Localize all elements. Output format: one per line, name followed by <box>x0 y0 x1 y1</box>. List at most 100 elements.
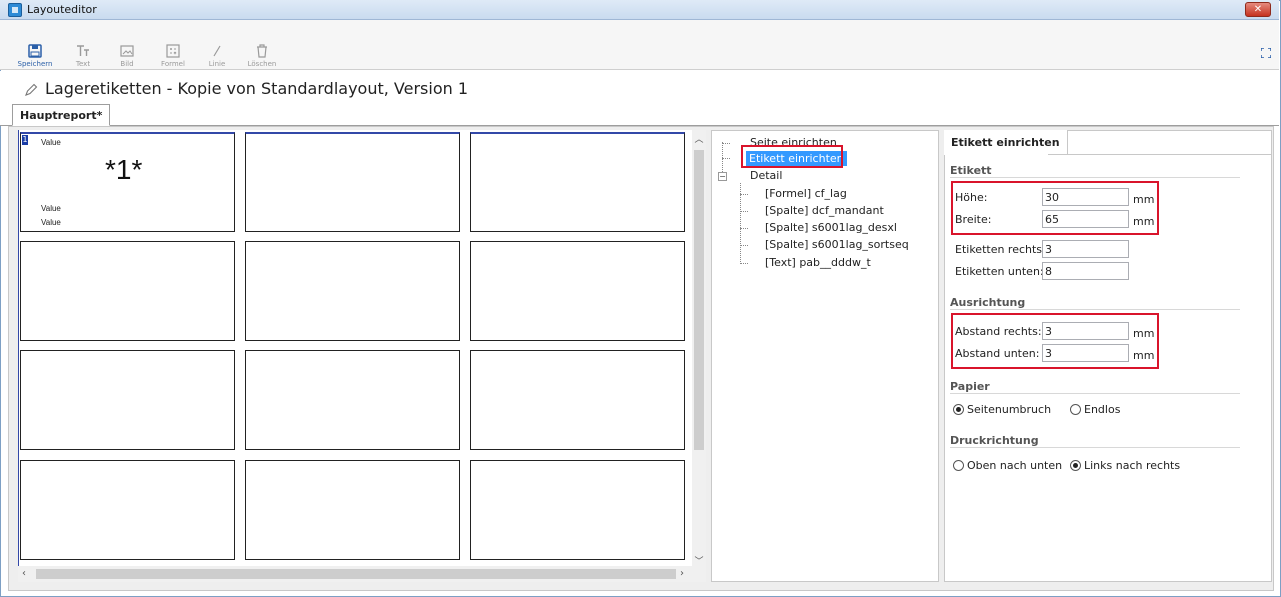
tree-item-text-pab[interactable]: [Text] pab__dddw_t <box>765 256 871 269</box>
text-icon <box>77 45 89 56</box>
label-cell[interactable] <box>470 241 685 341</box>
section-divider <box>950 309 1240 310</box>
highlight-box <box>741 145 843 168</box>
formula-icon <box>166 44 180 58</box>
label-grid[interactable]: 1 Value *1* Value Value <box>18 130 703 582</box>
abstand-unten-unit: mm <box>1133 349 1155 362</box>
label-number-text[interactable]: *1* <box>105 154 142 186</box>
image-button[interactable]: Bild <box>109 44 145 68</box>
formula-button[interactable]: Formel <box>155 44 191 68</box>
label-cell[interactable] <box>20 241 235 341</box>
label-cell[interactable] <box>20 350 235 450</box>
line-label: Linie <box>208 60 226 68</box>
hoehe-input[interactable] <box>1042 188 1129 206</box>
label-cell[interactable]: 1 Value *1* Value Value <box>20 132 235 232</box>
label-cell[interactable] <box>470 460 685 560</box>
section-divider <box>950 177 1240 178</box>
label-cell[interactable] <box>245 132 460 232</box>
scroll-down-icon[interactable]: ﹀ <box>692 554 706 567</box>
tree-item-spalte-sortseq[interactable]: [Spalte] s6001lag_sortseq <box>765 238 909 251</box>
close-button[interactable]: ✕ <box>1245 2 1271 17</box>
delete-label: Löschen <box>247 60 277 68</box>
text-button[interactable]: Text <box>65 44 101 68</box>
label-cell[interactable] <box>245 241 460 341</box>
tree-item-detail[interactable]: Detail <box>750 169 782 182</box>
tree-connector <box>722 143 730 144</box>
section-papier: Papier <box>950 380 990 393</box>
label-cell[interactable] <box>470 350 685 450</box>
line-button[interactable]: Linie <box>199 44 235 68</box>
scroll-up-icon[interactable]: ︿ <box>692 132 706 145</box>
scroll-thumb[interactable] <box>36 569 676 579</box>
tab-hauptreport[interactable]: Hauptreport* <box>12 104 111 126</box>
hoehe-unit: mm <box>1133 193 1155 206</box>
tree-item-formel-cf-lag[interactable]: [Formel] cf_lag <box>765 187 847 200</box>
oben-nach-unten-label[interactable]: Oben nach unten <box>967 459 1062 472</box>
links-nach-rechts-label[interactable]: Links nach rechts <box>1084 459 1180 472</box>
section-divider <box>950 393 1240 394</box>
seitenumbruch-label[interactable]: Seitenumbruch <box>967 403 1051 416</box>
section-ausrichtung: Ausrichtung <box>950 296 1026 309</box>
breite-label: Breite: <box>955 213 992 226</box>
tree-connector <box>740 183 741 264</box>
seitenumbruch-radio[interactable] <box>953 404 964 415</box>
abstand-rechts-unit: mm <box>1133 327 1155 340</box>
abstand-rechts-input[interactable] <box>1042 322 1129 340</box>
delete-button[interactable]: Löschen <box>244 44 280 68</box>
label-cell[interactable] <box>245 350 460 450</box>
tree-connector <box>722 158 730 159</box>
tree-connector <box>740 245 748 246</box>
breite-unit: mm <box>1133 215 1155 228</box>
endlos-radio[interactable] <box>1070 404 1081 415</box>
toolbar <box>0 20 1279 70</box>
tab-etikett-einrichten[interactable]: Etikett einrichten <box>944 130 1068 155</box>
links-nach-rechts-radio[interactable] <box>1070 460 1081 471</box>
app-icon <box>8 3 22 17</box>
scroll-left-icon[interactable]: ‹ <box>22 568 26 579</box>
tree-connector <box>722 142 723 172</box>
horizontal-scrollbar[interactable]: ‹ › <box>18 566 692 582</box>
scroll-right-icon[interactable]: › <box>680 568 684 579</box>
label-cell[interactable] <box>470 132 685 232</box>
abstand-unten-input[interactable] <box>1042 344 1129 362</box>
collapse-icon[interactable]: − <box>718 172 727 181</box>
title-bar: Layouteditor ✕ <box>0 0 1279 20</box>
image-icon <box>120 45 134 57</box>
section-druckrichtung: Druckrichtung <box>950 434 1039 447</box>
tree-connector <box>740 263 748 264</box>
section-etikett: Etikett <box>950 164 992 177</box>
value-field[interactable]: Value <box>41 138 61 147</box>
trash-icon <box>257 44 267 58</box>
oben-nach-unten-radio[interactable] <box>953 460 964 471</box>
tree-item-spalte-dcf-mandant[interactable]: [Spalte] dcf_mandant <box>765 204 884 217</box>
label-cell[interactable] <box>20 460 235 560</box>
report-title: Lageretiketten - Kopie von Standardlayou… <box>45 79 469 98</box>
cell-number: 1 <box>22 135 28 145</box>
fullscreen-icon[interactable] <box>1261 48 1271 58</box>
tree-connector <box>740 211 748 212</box>
tree-connector <box>740 194 748 195</box>
hoehe-label: Höhe: <box>955 191 988 204</box>
label-cell[interactable] <box>245 460 460 560</box>
etiketten-rechts-label: Etiketten rechts: <box>955 243 1046 256</box>
tab-strip <box>0 104 1279 126</box>
text-label: Text <box>75 60 91 68</box>
value-field[interactable]: Value <box>41 204 61 213</box>
breite-input[interactable] <box>1042 210 1129 228</box>
etiketten-unten-input[interactable] <box>1042 262 1129 280</box>
tree-connector <box>740 228 748 229</box>
scroll-thumb[interactable] <box>694 150 704 450</box>
abstand-rechts-label: Abstand rechts: <box>955 325 1042 338</box>
etiketten-unten-label: Etiketten unten: <box>955 265 1044 278</box>
endlos-label[interactable]: Endlos <box>1084 403 1120 416</box>
value-field[interactable]: Value <box>41 218 61 227</box>
save-button[interactable]: Speichern <box>17 44 53 68</box>
save-icon <box>28 44 42 58</box>
window-title: Layouteditor <box>27 3 97 16</box>
etiketten-rechts-input[interactable] <box>1042 240 1129 258</box>
vertical-scrollbar[interactable]: ︿ ﹀ <box>692 130 706 582</box>
section-divider <box>950 447 1240 448</box>
pencil-icon[interactable] <box>24 83 38 97</box>
tree-item-spalte-desxl[interactable]: [Spalte] s6001lag_desxl <box>765 221 897 234</box>
save-label: Speichern <box>17 60 53 68</box>
